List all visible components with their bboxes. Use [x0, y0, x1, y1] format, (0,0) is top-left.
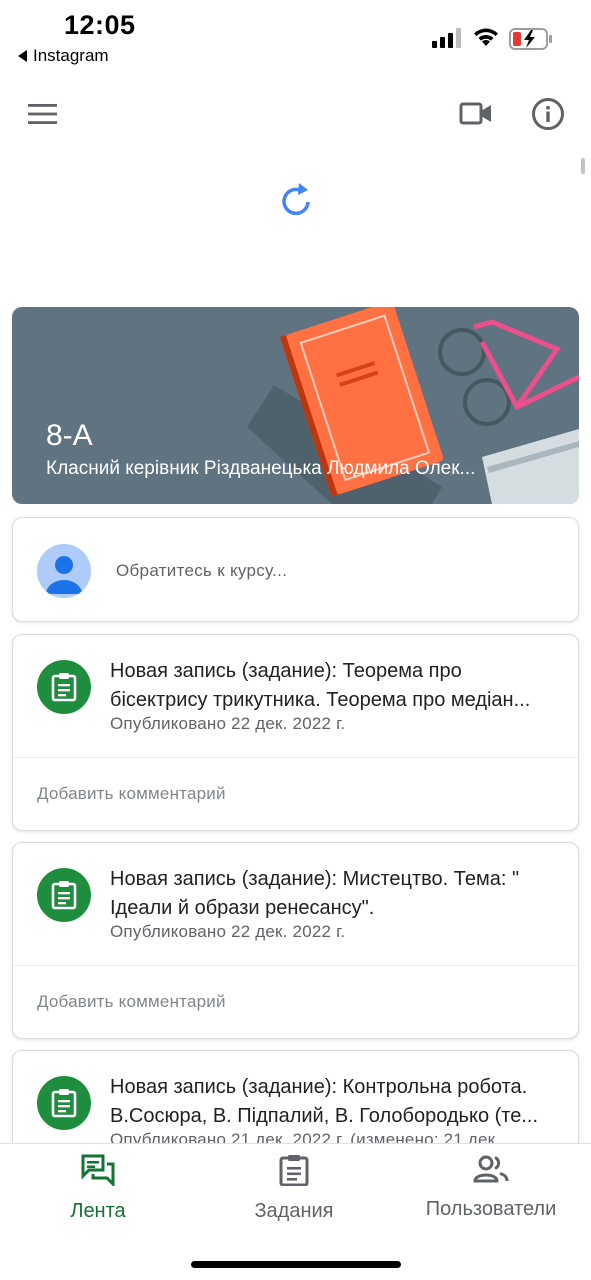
nav-classwork-label: Задания: [254, 1200, 334, 1222]
user-avatar-icon: [46, 556, 82, 594]
stream-post[interactable]: Новая запись (задание): Мистецтво. Тема:…: [12, 842, 579, 1039]
people-icon: [473, 1155, 509, 1183]
divider: [13, 965, 578, 966]
post-title-line: бісектрису трикутника. Теорема про медіа…: [110, 689, 531, 711]
scrollbar[interactable]: [581, 158, 585, 174]
post-title-line: Новая запись (задание): Контрольна робот…: [110, 1076, 528, 1098]
post-title-line: Новая запись (задание): Мистецтво. Тема:…: [110, 868, 520, 890]
assignment-post-icon: [37, 660, 91, 714]
nav-stream-label: Лента: [70, 1200, 126, 1222]
assignment-icon: [279, 1155, 309, 1187]
back-app-label: Instagram: [33, 46, 109, 65]
back-arrow-icon: [18, 50, 27, 62]
nav-people[interactable]: Пользователи: [410, 1154, 572, 1221]
post-date: Опубликовано 22 дек. 2022 г.: [110, 714, 346, 733]
status-time: 12:05: [64, 10, 136, 40]
refresh-icon: [282, 183, 310, 216]
post-title: Новая запись (задание): Мистецтво. Тема:…: [110, 865, 576, 923]
assignment-post-icon: [37, 1076, 91, 1130]
course-title: 8-A: [46, 419, 93, 452]
stream-icon: [81, 1154, 115, 1188]
app-bar: [0, 84, 591, 144]
avatar: [37, 544, 91, 598]
clipboard-icon: [51, 881, 77, 910]
wifi-icon: [474, 28, 498, 46]
post-title: Новая запись (задание): Теорема про бісе…: [110, 657, 576, 715]
post-title-line: В.Сосюра, В. Підпалий, В. Голобородько (…: [110, 1105, 539, 1127]
add-comment-button[interactable]: Добавить комментарий: [37, 784, 226, 804]
clipboard-icon: [51, 1089, 77, 1118]
add-comment-button[interactable]: Добавить комментарий: [37, 992, 226, 1012]
post-title: Новая запись (задание): Контрольна робот…: [110, 1073, 576, 1131]
post-title-line: Ідеали й образи ренесансу".: [110, 897, 375, 919]
home-indicator[interactable]: [191, 1261, 401, 1268]
clipboard-icon: [51, 673, 77, 702]
divider: [13, 757, 578, 758]
cellular-signal-icon: [432, 28, 461, 48]
stream-post[interactable]: Новая запись (задание): Теорема про бісе…: [12, 634, 579, 831]
status-bar: 12:05 Instagram: [0, 0, 591, 72]
course-banner[interactable]: 8-A Класний керівник Різдванецька Людмил…: [12, 307, 579, 504]
announce-input[interactable]: Обратитесь к курсу...: [116, 561, 287, 581]
video-camera-icon[interactable]: [458, 100, 494, 128]
info-icon[interactable]: [531, 97, 565, 131]
nav-classwork[interactable]: Задания: [234, 1154, 354, 1223]
nav-people-label: Пользователи: [425, 1198, 557, 1220]
back-to-app-link[interactable]: Instagram: [18, 46, 109, 66]
course-teacher: Класний керівник Різдванецька Людмила Ол…: [46, 458, 476, 479]
assignment-post-icon: [37, 868, 91, 922]
nav-stream[interactable]: Лента: [56, 1154, 140, 1223]
hamburger-menu-icon[interactable]: [28, 104, 57, 124]
battery-low-charging-icon: [509, 28, 552, 50]
bottom-navigation: Лента Задания Пользователи: [0, 1143, 591, 1280]
post-date: Опубликовано 22 дек. 2022 г.: [110, 922, 346, 941]
announce-card[interactable]: Обратитесь к курсу...: [12, 517, 579, 622]
post-title-line: Новая запись (задание): Теорема про: [110, 660, 462, 682]
